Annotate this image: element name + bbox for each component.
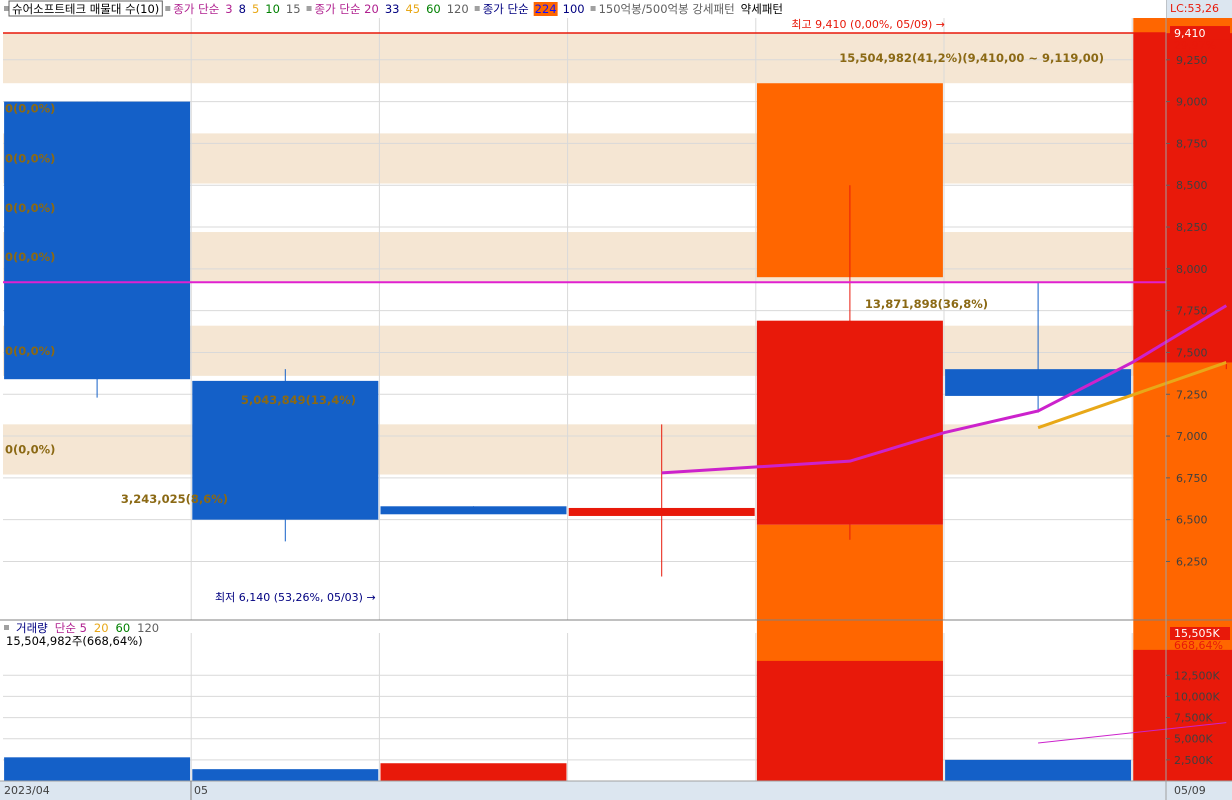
legend-item: 100	[563, 2, 585, 16]
high-annotation: 최고 9,410 (0,00%, 05/09) →	[791, 18, 945, 31]
y-tick-label: 7,000	[1176, 430, 1208, 443]
y-tick-label: 7,500K	[1174, 712, 1213, 725]
y-tick-label: 6,250	[1176, 555, 1208, 568]
legend-item: 150억봉/500억봉 강세패턴	[599, 2, 735, 16]
legend-item: 45	[405, 2, 420, 16]
legend-item: 3	[225, 2, 232, 16]
legend-item: 120	[447, 2, 469, 16]
low-annotation: 최저 6,140 (53,26%, 05/03) →	[215, 591, 376, 604]
legend-item: 종가 단순	[173, 2, 219, 16]
candle-down[interactable]	[945, 369, 1132, 396]
legend-item: 60	[426, 2, 441, 16]
candle-down[interactable]	[380, 506, 567, 515]
y-tick-label: 7,250	[1176, 388, 1208, 401]
y-tick-label: 9,000	[1176, 96, 1208, 109]
legend-item: 15	[286, 2, 301, 16]
x-tick-label: 2023/04	[4, 784, 50, 797]
legend-item: 약세패턴	[741, 2, 783, 16]
volume-profile-label: 13,871,898(36,8%)	[865, 297, 988, 311]
volume-bar[interactable]	[380, 763, 567, 781]
y-tick-label: 8,750	[1176, 137, 1208, 150]
legend-marker	[474, 6, 480, 11]
volume-profile-label: 0(0,0%)	[5, 151, 55, 165]
bottom-axis-panel	[0, 781, 1232, 800]
candle-down[interactable]	[4, 101, 191, 380]
legend-item: 종가 단순 20	[315, 2, 379, 16]
stock-chart[interactable]: 15,504,982(41,2%)(9,410,00 ~ 9,119,00) 0(…	[0, 0, 1232, 800]
y-tick-label: 12,500K	[1174, 669, 1220, 682]
volume-profile-label: 3,243,025(8,6%)	[121, 492, 228, 506]
chart-window: 15,504,982(41,2%)(9,410,00 ~ 9,119,00) 0(…	[0, 0, 1232, 800]
volume-profile-band	[3, 424, 1166, 475]
x-tick-label: 05/09	[1174, 784, 1206, 797]
y-tick-label: 2,500K	[1174, 754, 1213, 767]
legend-item: 슈어소프트테크 매물대 수(10)	[12, 2, 159, 16]
volume-legend-item: 20	[94, 621, 109, 635]
volume-legend-item: 120	[137, 621, 159, 635]
legend-marker	[4, 625, 9, 630]
volume-profile-label: 15,504,982(41,2%)(9,410,00 ~ 9,119,00)	[839, 51, 1104, 65]
lc-label: LC:53,26	[1170, 2, 1219, 15]
legend-item: 8	[239, 2, 246, 16]
candle-up[interactable]	[568, 507, 755, 516]
volume-profile-label: 0(0,0%)	[5, 344, 55, 358]
y-tick-label: 7,750	[1176, 305, 1208, 318]
legend-marker	[590, 6, 596, 11]
x-tick-label: 05	[194, 784, 208, 797]
current-price-change: 29,97%	[1174, 39, 1216, 52]
y-tick-label: 8,500	[1176, 179, 1208, 192]
volume-profile-label: 0(0,0%)	[5, 101, 55, 115]
volume-legend-item: 60	[116, 621, 131, 635]
y-tick-label: 6,500	[1176, 514, 1208, 527]
volume-change: 668,64%	[1174, 639, 1223, 652]
legend-item: 10	[265, 2, 280, 16]
legend-marker	[4, 6, 9, 11]
y-tick-label: 9,250	[1176, 54, 1208, 67]
volume-bar[interactable]	[4, 757, 191, 781]
y-tick-label: 8,000	[1176, 263, 1208, 276]
volume-bar[interactable]	[756, 660, 943, 781]
volume-profile-label: 5,043,849(13,4%)	[241, 393, 356, 407]
legend-marker	[165, 6, 171, 11]
volume-bar[interactable]	[945, 759, 1132, 781]
legend-item: 종가 단순	[483, 2, 529, 16]
volume-legend-item: 단순 5	[55, 621, 87, 635]
y-tick-label: 6,750	[1176, 472, 1208, 485]
volume-profile-label: 0(0,0%)	[5, 201, 55, 215]
legend-item: 5	[252, 2, 259, 16]
y-tick-label: 5,000K	[1174, 733, 1213, 746]
legend-marker	[306, 6, 312, 11]
volume-profile-label: 0(0,0%)	[5, 442, 55, 456]
volume-bar[interactable]	[192, 769, 379, 781]
volume-info: 15,504,982주(668,64%)	[6, 634, 143, 648]
legend-item: 33	[385, 2, 400, 16]
y-tick-label: 7,500	[1176, 346, 1208, 359]
legend-item: 224	[535, 2, 557, 16]
y-tick-label: 8,250	[1176, 221, 1208, 234]
volume-profile-label: 0(0,0%)	[5, 250, 55, 264]
y-tick-label: 10,000K	[1174, 690, 1220, 703]
volume-legend-item: 거래량	[16, 621, 48, 635]
candle-up[interactable]	[756, 320, 943, 525]
